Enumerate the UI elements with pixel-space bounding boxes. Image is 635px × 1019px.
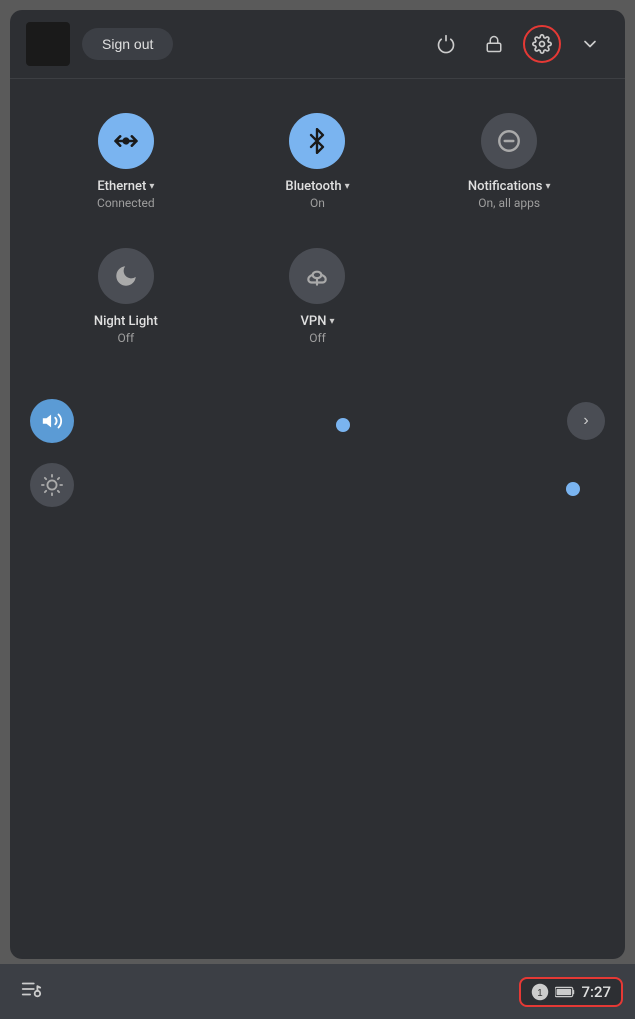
volume-slider-container [88, 412, 553, 431]
svg-text:1: 1 [538, 987, 543, 998]
bluetooth-label: Bluetooth ▾ [285, 179, 349, 194]
vpn-label: VPN ▾ [301, 314, 335, 329]
toggle-grid-row2: Night Light Off VPN ▾ Off [10, 234, 625, 369]
night-light-icon-circle [98, 248, 154, 304]
brightness-slider-container [88, 476, 605, 495]
ethernet-label: Ethernet ▾ [97, 179, 154, 194]
quick-settings-panel: Sign out [10, 10, 625, 959]
avatar [26, 22, 70, 66]
lock-button[interactable] [475, 25, 513, 63]
ethernet-icon-circle [98, 113, 154, 169]
header-row: Sign out [10, 10, 625, 79]
power-button[interactable] [427, 25, 465, 63]
vpn-chevron: ▾ [329, 316, 334, 327]
notification-badge-icon: 1 [531, 983, 549, 1001]
night-light-sublabel: Off [118, 331, 135, 345]
volume-slider-row: › [30, 399, 605, 443]
volume-slider[interactable] [88, 423, 553, 427]
vpn-sublabel: Off [309, 331, 326, 345]
bluetooth-icon [304, 128, 330, 154]
expand-icon: › [583, 412, 588, 430]
taskbar-time: 7:27 [581, 983, 611, 1001]
volume-button[interactable] [30, 399, 74, 443]
settings-icon [532, 34, 552, 54]
notifications-sublabel: On, all apps [478, 196, 540, 210]
brightness-slider-row [30, 463, 605, 507]
bluetooth-sublabel: On [310, 196, 325, 210]
night-light-label: Night Light [94, 314, 158, 329]
vpn-icon-circle [289, 248, 345, 304]
taskbar-status-area[interactable]: 1 7:27 [519, 977, 623, 1007]
lock-icon [485, 34, 503, 54]
notifications-icon-circle [481, 113, 537, 169]
notifications-chevron: ▾ [545, 181, 550, 192]
bluetooth-toggle[interactable]: Bluetooth ▾ On [222, 99, 414, 224]
bluetooth-chevron: ▾ [345, 181, 350, 192]
taskbar: 1 7:27 [0, 964, 635, 1019]
taskbar-left [12, 978, 42, 1005]
ethernet-icon [112, 127, 140, 155]
vpn-toggle[interactable]: VPN ▾ Off [222, 234, 414, 359]
notifications-icon [496, 128, 522, 154]
playlist-icon[interactable] [20, 978, 42, 1005]
ethernet-sublabel: Connected [97, 196, 155, 210]
brightness-button[interactable] [30, 463, 74, 507]
ethernet-toggle[interactable]: Ethernet ▾ Connected [30, 99, 222, 224]
night-light-icon [113, 263, 139, 289]
power-icon [436, 34, 456, 54]
battery-icon [555, 985, 575, 999]
chevron-down-icon [580, 34, 600, 54]
volume-icon [41, 410, 63, 432]
settings-button[interactable] [523, 25, 561, 63]
brightness-slider[interactable] [88, 487, 605, 491]
collapse-button[interactable] [571, 25, 609, 63]
volume-expand-button[interactable]: › [567, 402, 605, 440]
notifications-label: Notifications ▾ [468, 179, 551, 194]
night-light-toggle[interactable]: Night Light Off [30, 234, 222, 359]
bluetooth-icon-circle [289, 113, 345, 169]
toggle-grid-row1: Ethernet ▾ Connected Bluetooth ▾ On [10, 79, 625, 234]
brightness-icon [41, 474, 63, 496]
vpn-icon [304, 263, 330, 289]
sliders-section: › [10, 369, 625, 527]
sign-out-button[interactable]: Sign out [82, 28, 173, 60]
notifications-toggle[interactable]: Notifications ▾ On, all apps [413, 99, 605, 224]
ethernet-chevron: ▾ [149, 181, 154, 192]
